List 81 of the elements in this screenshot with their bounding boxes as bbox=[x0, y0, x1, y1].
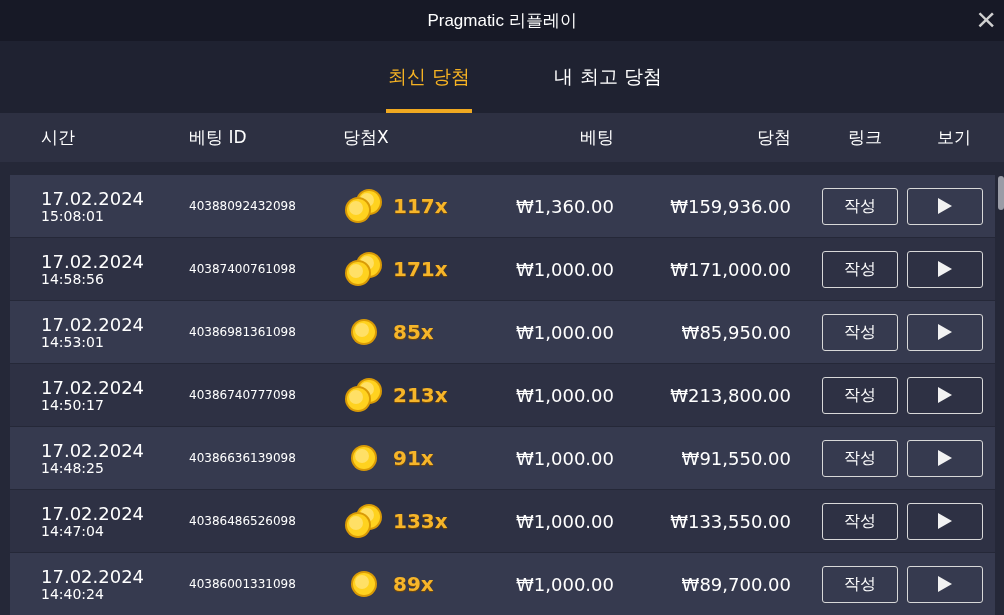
time-text: 14:47:04 bbox=[41, 523, 105, 538]
column-header: 당첨 bbox=[756, 125, 791, 149]
scrollbar-thumb[interactable] bbox=[998, 176, 1004, 210]
coins-icon bbox=[343, 502, 385, 540]
bet-amount: ₩1,000.00 bbox=[515, 572, 614, 597]
link-button[interactable]: 작성 bbox=[822, 439, 898, 477]
coins-icon bbox=[343, 250, 385, 288]
date-text: 17.02.2024 bbox=[41, 315, 146, 334]
time-text: 14:50:17 bbox=[41, 397, 105, 412]
win-amount: ₩159,936.00 bbox=[669, 194, 791, 219]
multiplier-text: 91x bbox=[393, 445, 434, 472]
time-text: 14:40:24 bbox=[41, 586, 105, 601]
link-button[interactable]: 작성 bbox=[822, 313, 898, 351]
win-amount: ₩91,550.00 bbox=[680, 446, 791, 471]
coins-icon bbox=[343, 376, 385, 414]
play-icon bbox=[937, 449, 953, 467]
date-text: 17.02.2024 bbox=[41, 252, 146, 271]
play-icon bbox=[937, 575, 953, 593]
column-header: 보기 bbox=[936, 125, 972, 149]
multiplier-text: 133x bbox=[393, 508, 448, 535]
time-text: 14:48:25 bbox=[41, 460, 105, 475]
multiplier-text: 171x bbox=[393, 256, 448, 283]
multiplier-text: 117x bbox=[393, 193, 448, 220]
column-header: 베팅 ID bbox=[189, 125, 248, 149]
win-amount: ₩213,800.00 bbox=[669, 383, 791, 408]
play-icon bbox=[937, 260, 953, 278]
bet-id-text: 40386486526098 bbox=[189, 513, 297, 530]
bet-amount: ₩1,360.00 bbox=[515, 194, 614, 219]
tab[interactable]: 내 최고 당첨 bbox=[552, 41, 664, 113]
win-amount: ₩89,700.00 bbox=[680, 572, 791, 597]
link-button[interactable]: 작성 bbox=[822, 187, 898, 225]
play-button[interactable] bbox=[907, 565, 983, 603]
play-icon bbox=[937, 512, 953, 530]
bet-id-text: 40386636139098 bbox=[189, 450, 297, 467]
coin-icon bbox=[349, 443, 379, 473]
multiplier-text: 89x bbox=[393, 571, 434, 598]
bet-amount: ₩1,000.00 bbox=[515, 257, 614, 282]
play-button[interactable] bbox=[907, 502, 983, 540]
multiplier-text: 213x bbox=[393, 382, 448, 409]
play-button[interactable] bbox=[907, 187, 983, 225]
play-icon bbox=[937, 197, 953, 215]
play-button[interactable] bbox=[907, 313, 983, 351]
column-header: 당첨X bbox=[343, 125, 390, 149]
play-icon bbox=[937, 323, 953, 341]
play-button[interactable] bbox=[907, 250, 983, 288]
time-text: 14:53:01 bbox=[41, 334, 105, 349]
bet-amount: ₩1,000.00 bbox=[515, 509, 614, 534]
link-button[interactable]: 작성 bbox=[822, 376, 898, 414]
bet-amount: ₩1,000.00 bbox=[515, 446, 614, 471]
date-text: 17.02.2024 bbox=[41, 378, 146, 397]
bet-id-text: 40386740777098 bbox=[189, 387, 297, 404]
coins-icon bbox=[343, 187, 385, 225]
multiplier-text: 85x bbox=[393, 319, 434, 346]
column-header: 베팅 bbox=[579, 125, 614, 149]
link-button[interactable]: 작성 bbox=[822, 565, 898, 603]
date-text: 17.02.2024 bbox=[41, 504, 146, 523]
date-text: 17.02.2024 bbox=[41, 189, 146, 208]
bet-id-text: 40388092432098 bbox=[189, 198, 297, 215]
win-amount: ₩85,950.00 bbox=[680, 320, 791, 345]
coin-icon bbox=[349, 569, 379, 599]
date-text: 17.02.2024 bbox=[41, 441, 146, 460]
time-text: 15:08:01 bbox=[41, 208, 105, 223]
time-text: 14:58:56 bbox=[41, 271, 105, 286]
play-button[interactable] bbox=[907, 439, 983, 477]
play-button[interactable] bbox=[907, 376, 983, 414]
play-icon bbox=[937, 386, 953, 404]
bet-id-text: 40387400761098 bbox=[189, 261, 297, 278]
column-header: 링크 bbox=[846, 125, 883, 149]
close-button[interactable]: × bbox=[976, 2, 996, 36]
bet-amount: ₩1,000.00 bbox=[515, 320, 614, 345]
column-header: 시간 bbox=[41, 125, 76, 149]
bet-id-text: 40386001331098 bbox=[189, 576, 297, 593]
bet-amount: ₩1,000.00 bbox=[515, 383, 614, 408]
link-button[interactable]: 작성 bbox=[822, 502, 898, 540]
bet-id-text: 40386981361098 bbox=[189, 324, 297, 341]
win-amount: ₩171,000.00 bbox=[669, 257, 791, 282]
coin-icon bbox=[349, 317, 379, 347]
link-button[interactable]: 작성 bbox=[822, 250, 898, 288]
win-amount: ₩133,550.00 bbox=[669, 509, 791, 534]
window-title: Pragmatic 리플레이 bbox=[427, 9, 577, 32]
date-text: 17.02.2024 bbox=[41, 567, 146, 586]
